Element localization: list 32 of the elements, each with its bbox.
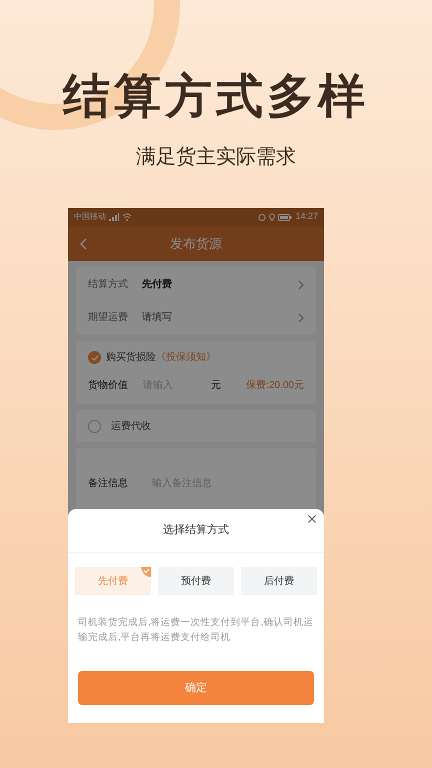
battery-icon xyxy=(278,214,292,220)
field-value: 先付费 xyxy=(142,278,172,292)
notice-link[interactable]: 《投保须知》 xyxy=(156,350,216,365)
premium-text: 保费:20.00元 xyxy=(246,378,304,392)
wifi-icon xyxy=(122,213,132,221)
unit-label: 元 xyxy=(211,378,221,392)
pay-option[interactable]: 先付费 xyxy=(75,567,151,595)
option-label: 运费代收 xyxy=(111,420,151,434)
carrier-label: 中国移动 xyxy=(74,211,106,223)
check-corner-icon xyxy=(141,567,151,577)
location-icon xyxy=(269,213,276,221)
close-icon[interactable] xyxy=(308,515,316,523)
pay-option[interactable]: 后付费 xyxy=(241,567,317,595)
confirm-button[interactable]: 确定 xyxy=(78,671,314,705)
alarm-icon xyxy=(258,213,266,221)
field-label: 期望运费 xyxy=(88,310,128,325)
field-label: 结算方式 xyxy=(88,278,128,292)
back-icon xyxy=(80,238,87,250)
header-title: 发布货源 xyxy=(169,234,223,253)
hero-subtitle: 满足货主实际需求 xyxy=(136,145,296,170)
signal-icon xyxy=(109,213,119,221)
chevron-right-icon xyxy=(298,280,304,290)
field-label: 货物价值 xyxy=(88,378,129,392)
hero-title: 结算方式多样 xyxy=(63,68,369,124)
chevron-right-icon xyxy=(298,312,304,322)
description-text: 司机装货完成后,将运费一次性支付到平台,确认司机运输完成后,平台再将运费支付给司机 xyxy=(78,616,314,645)
sheet-title: 选择结算方式 xyxy=(163,522,229,538)
fee-input[interactable]: 请填写 xyxy=(142,310,172,325)
insurance-label: 购买货损险 xyxy=(106,351,156,365)
clock-time: 14:27 xyxy=(295,210,318,224)
field-label: 备注信息 xyxy=(88,476,128,490)
pay-option[interactable]: 预付费 xyxy=(158,567,234,595)
